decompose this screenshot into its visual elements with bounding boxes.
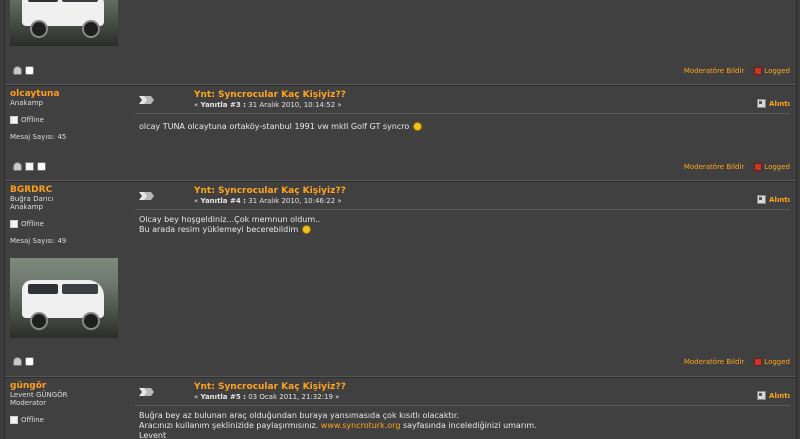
report-link[interactable]: Moderatöre Bildir <box>684 163 744 171</box>
chat-icon[interactable] <box>25 66 34 75</box>
post-title[interactable]: Ynt: Syncrocular Kaç Kişiyiz?? <box>194 382 346 392</box>
poster-name[interactable]: BGRDRC <box>10 185 130 195</box>
user-profile-icon[interactable] <box>13 357 22 366</box>
profile-icons <box>13 162 46 171</box>
user-profile-icon[interactable] <box>13 162 22 171</box>
quote-button[interactable]: Alıntı <box>757 99 790 108</box>
logged-indicator: Logged <box>754 358 790 366</box>
post-title[interactable]: Ynt: Syncrocular Kaç Kişiyiz?? <box>194 186 346 196</box>
poster-info: güngör Levent GÜNGÖR Moderator Offline <box>10 381 130 424</box>
logged-indicator: Logged <box>754 163 790 171</box>
poster-info: olcaytuna Anakamp Offline Mesaj Sayısı: … <box>10 89 130 141</box>
avatar-image <box>10 0 118 46</box>
poster-name[interactable]: olcaytuna <box>10 89 130 99</box>
poster-rank: Anakamp <box>10 99 43 107</box>
online-status: Offline <box>10 220 130 228</box>
online-status: Offline <box>10 416 130 424</box>
report-flag-icon <box>754 67 763 75</box>
report-flag-icon <box>754 163 763 171</box>
chat-icon[interactable] <box>25 357 34 366</box>
quote-icon <box>757 391 767 400</box>
site-link[interactable]: www.syncroturk.org <box>321 421 401 430</box>
logged-indicator: Logged <box>754 67 790 75</box>
post-previous: Moderatöre Bildir Logged <box>5 0 796 86</box>
post-meta: « Yanıtla #4 : 31 Aralık 2010, 10:46:22 … <box>194 197 342 205</box>
post-body: olcay TUNA olcaytuna ortaköy-stanbul 199… <box>139 122 423 132</box>
report-link[interactable]: Moderatöre Bildir <box>684 358 744 366</box>
message-count: Mesaj Sayısı: 45 <box>10 133 67 141</box>
mail-icon[interactable] <box>25 162 34 171</box>
chat-icon[interactable] <box>37 162 46 171</box>
divider <box>135 113 790 114</box>
report-flag-icon <box>754 358 763 366</box>
message-count: Mesaj Sayısı: 49 <box>10 237 67 245</box>
post-arrow-icon <box>138 386 154 398</box>
poster-real-name: Buğra Darıcı <box>10 195 54 203</box>
divider <box>135 405 790 406</box>
online-status: Offline <box>10 116 130 124</box>
poster-rank: Moderator <box>10 399 47 407</box>
post-title[interactable]: Ynt: Syncrocular Kaç Kişiyiz?? <box>194 90 346 100</box>
status-icon <box>10 220 18 228</box>
post-meta: « Yanıtla #3 : 31 Aralık 2010, 10:14:52 … <box>194 101 342 109</box>
quote-button[interactable]: Alıntı <box>757 195 790 204</box>
divider <box>135 209 790 210</box>
quote-icon <box>757 195 767 204</box>
post-body: Olcay bey hoşgeldiniz...Çok memnun oldum… <box>139 215 321 234</box>
poster-real-name: Levent GÜNGÖR <box>10 391 68 399</box>
poster-name[interactable]: güngör <box>10 381 130 391</box>
post-arrow-icon <box>138 190 154 202</box>
profile-icons <box>13 66 34 75</box>
status-icon <box>10 116 18 124</box>
report-link[interactable]: Moderatöre Bildir <box>684 67 744 75</box>
post-arrow-icon <box>138 94 154 106</box>
post-reply-5: güngör Levent GÜNGÖR Moderator Offline Y… <box>5 376 796 439</box>
user-profile-icon[interactable] <box>13 66 22 75</box>
post-reply-4: BGRDRC Buğra Darıcı Anakamp Offline Mesa… <box>5 180 796 378</box>
smiley-icon <box>302 225 312 234</box>
poster-rank: Anakamp <box>10 203 43 211</box>
forum-thread: Moderatöre Bildir Logged olcaytuna Anaka… <box>4 0 797 439</box>
poster-info: BGRDRC Buğra Darıcı Anakamp Offline Mesa… <box>10 185 130 245</box>
avatar-image <box>10 258 118 338</box>
quote-button[interactable]: Alıntı <box>757 391 790 400</box>
quote-icon <box>757 99 767 108</box>
post-reply-3: olcaytuna Anakamp Offline Mesaj Sayısı: … <box>5 84 796 182</box>
smiley-icon <box>413 122 423 131</box>
post-body: Buğra bey az bulunan araç olduğundan bur… <box>139 411 537 439</box>
status-icon <box>10 416 18 424</box>
profile-icons <box>13 357 34 366</box>
post-meta: « Yanıtla #5 : 03 Ocak 2011, 21:32:19 » <box>194 393 340 401</box>
